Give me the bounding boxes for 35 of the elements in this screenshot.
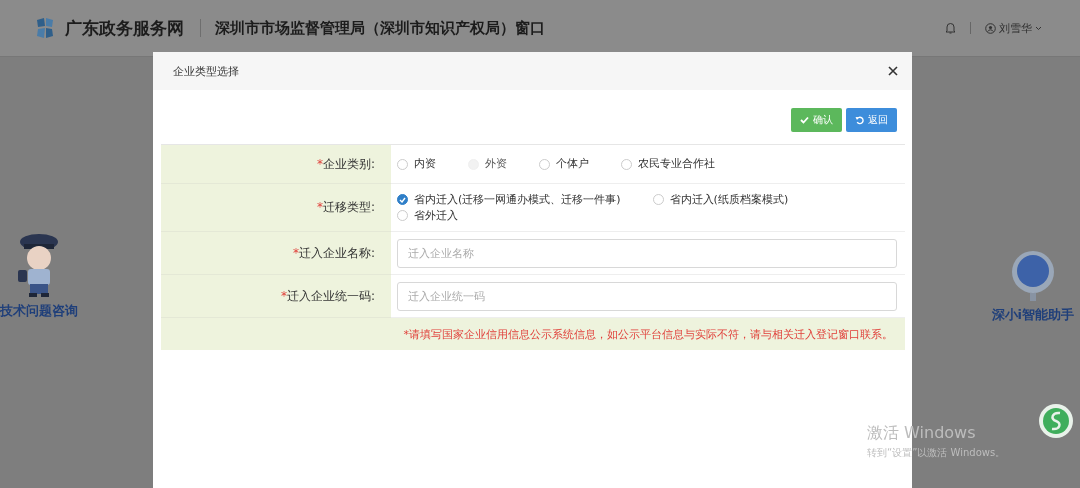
option-label: 内资	[414, 156, 436, 172]
radio-button[interactable]	[621, 158, 632, 170]
dialog-title: 企业类型选择	[173, 63, 239, 79]
option-label: 省外迁入	[414, 207, 458, 224]
user-menu[interactable]: 刘雪华	[985, 20, 1042, 36]
field-label: *迁入企业名称:	[292, 244, 375, 262]
floating-app-icon[interactable]	[1038, 403, 1074, 439]
radio-button[interactable]	[397, 210, 408, 221]
field-label: *迁入企业统一码:	[280, 287, 375, 305]
user-icon	[985, 22, 996, 34]
input-field[interactable]: 迁入企业统一码	[397, 281, 897, 311]
department-title: 深圳市市场监督管理局（深圳市知识产权局）窗口	[215, 18, 545, 38]
input-field[interactable]: 迁入企业名称	[397, 238, 897, 268]
option-label: 省内迁入(纸质档案模式)	[669, 191, 789, 208]
check-icon	[800, 116, 809, 124]
back-button[interactable]: 返回	[846, 108, 897, 132]
field-label: *迁移类型:	[316, 199, 375, 216]
radio-button[interactable]	[397, 158, 408, 170]
option-label: 外资	[485, 156, 507, 172]
radio-button[interactable]	[539, 158, 550, 170]
helper-link[interactable]: 深小i智能助手	[991, 306, 1074, 324]
field-label: *企业类别:	[316, 155, 375, 173]
caret-icon	[1035, 25, 1042, 31]
confirm-button[interactable]: 确认	[791, 108, 842, 132]
close-icon[interactable]	[888, 66, 898, 76]
radio-button[interactable]	[652, 194, 664, 205]
helper-link[interactable]: 技术问题咨询	[0, 302, 78, 320]
option-label: 农民专业合作社	[638, 156, 715, 172]
radio-button[interactable]	[397, 194, 408, 205]
option-label: 个体户	[556, 156, 589, 172]
site-name: 广东政务服务网	[65, 16, 184, 40]
undo-icon	[855, 115, 864, 125]
option-label: 省内迁入(迁移一网通办模式、迁移一件事)	[414, 191, 621, 208]
bell-icon[interactable]	[945, 22, 956, 34]
notice-text: *请填写国家企业信用信息公示系统信息，如公示平台信息与实际不符，请与相关迁入登记窗口联系。	[403, 326, 893, 342]
